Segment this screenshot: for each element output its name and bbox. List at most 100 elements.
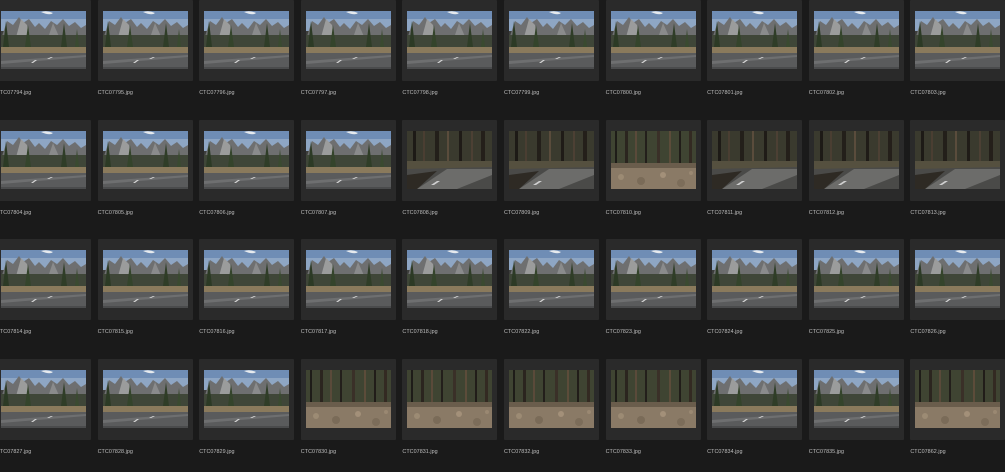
thumbnail-item[interactable]: CTC07801.jpg xyxy=(707,0,803,113)
thumbnail-item[interactable]: CTC07803.jpg xyxy=(910,0,1005,113)
thumbnail-item[interactable]: CTC07809.jpg xyxy=(503,119,599,233)
photo-thumbnail xyxy=(204,369,290,428)
photo-thumbnail xyxy=(305,130,391,189)
thumbnail-frame[interactable] xyxy=(97,119,193,201)
thumbnail-item[interactable]: CTC07812.jpg xyxy=(808,119,904,233)
thumbnail-frame[interactable] xyxy=(0,358,91,440)
photo-thumbnail xyxy=(204,250,290,308)
thumbnail-frame[interactable] xyxy=(707,119,803,201)
thumbnail-frame[interactable] xyxy=(707,0,803,81)
thumbnail-filename: CTC07862.jpg xyxy=(910,448,946,455)
thumbnail-frame[interactable] xyxy=(199,0,295,81)
thumbnail-item[interactable]: CTC07827.jpg xyxy=(0,358,91,472)
thumbnail-frame[interactable] xyxy=(97,239,193,320)
thumbnail-filename: CTC07827.jpg xyxy=(0,448,32,455)
thumbnail-item[interactable]: CTC07813.jpg xyxy=(910,119,1005,233)
thumbnail-item[interactable]: CTC07862.jpg xyxy=(910,358,1005,472)
thumbnail-item[interactable]: CTC07806.jpg xyxy=(199,119,295,233)
thumbnail-item[interactable]: CTC07825.jpg xyxy=(808,239,904,352)
thumbnail-filename: CTC07796.jpg xyxy=(199,90,235,96)
thumbnail-frame[interactable] xyxy=(910,119,1005,201)
thumbnail-item[interactable]: CTC07796.jpg xyxy=(199,0,295,113)
thumbnail-item[interactable]: CTC07798.jpg xyxy=(402,0,498,113)
thumbnail-item[interactable]: CTC07795.jpg xyxy=(97,0,193,113)
photo-thumbnail xyxy=(813,369,899,428)
thumbnail-item[interactable]: CTC07830.jpg xyxy=(300,358,396,472)
thumbnail-filename: CTC07824.jpg xyxy=(707,329,743,335)
thumbnail-item[interactable]: CTC07814.jpg xyxy=(0,239,91,352)
thumbnail-item[interactable]: CTC07808.jpg xyxy=(402,119,498,233)
thumbnail-item[interactable]: CTC07797.jpg xyxy=(300,0,396,113)
thumbnail-frame[interactable] xyxy=(97,0,193,81)
thumbnail-item[interactable]: CTC07818.jpg xyxy=(402,239,498,352)
thumbnail-item[interactable]: CTC07834.jpg xyxy=(707,358,803,472)
thumbnail-item[interactable]: CTC07828.jpg xyxy=(97,358,193,472)
thumbnail-frame[interactable] xyxy=(808,0,904,81)
thumbnail-item[interactable]: CTC07804.jpg xyxy=(0,119,91,233)
thumbnail-item[interactable]: CTC07835.jpg xyxy=(808,358,904,472)
thumbnail-item[interactable]: CTC07799.jpg xyxy=(503,0,599,113)
thumbnail-frame[interactable] xyxy=(402,239,498,320)
thumbnail-frame[interactable] xyxy=(300,358,396,440)
thumbnail-item[interactable]: CTC07826.jpg xyxy=(910,239,1005,352)
thumbnail-frame[interactable] xyxy=(0,0,91,81)
thumbnail-frame[interactable] xyxy=(808,358,904,440)
thumbnail-frame[interactable] xyxy=(707,358,803,440)
thumbnail-frame[interactable] xyxy=(707,239,803,320)
thumbnail-filename: CTC07818.jpg xyxy=(402,329,438,335)
thumbnail-item[interactable]: CTC07822.jpg xyxy=(503,239,599,352)
thumbnail-frame[interactable] xyxy=(199,358,295,440)
thumbnail-item[interactable]: CTC07824.jpg xyxy=(707,239,803,352)
thumbnail-frame[interactable] xyxy=(199,239,295,320)
thumbnail-item[interactable]: CTC07794.jpg xyxy=(0,0,91,113)
photo-thumbnail xyxy=(407,250,493,308)
photo-thumbnail xyxy=(1,250,86,308)
thumbnail-item[interactable]: CTC07829.jpg xyxy=(199,358,295,472)
thumbnail-item[interactable]: CTC07802.jpg xyxy=(808,0,904,113)
thumbnail-frame[interactable] xyxy=(97,358,193,440)
thumbnail-frame[interactable] xyxy=(605,0,701,81)
thumbnail-frame[interactable] xyxy=(808,119,904,201)
photo-thumbnail xyxy=(508,369,594,428)
thumbnail-item[interactable]: CTC07817.jpg xyxy=(300,239,396,352)
photo-thumbnail xyxy=(712,11,798,69)
thumbnail-filename: CTC07831.jpg xyxy=(402,448,438,455)
thumbnail-item[interactable]: CTC07833.jpg xyxy=(605,358,701,472)
thumbnail-item[interactable]: CTC07816.jpg xyxy=(199,239,295,352)
thumbnail-frame[interactable] xyxy=(402,119,498,201)
thumbnail-frame[interactable] xyxy=(503,119,599,201)
thumbnail-item[interactable]: CTC07831.jpg xyxy=(402,358,498,472)
thumbnail-frame[interactable] xyxy=(605,239,701,320)
thumbnail-frame[interactable] xyxy=(402,358,498,440)
thumbnail-filename: CTC07800.jpg xyxy=(605,90,641,96)
thumbnail-item[interactable]: CTC07815.jpg xyxy=(97,239,193,352)
thumbnail-frame[interactable] xyxy=(300,119,396,201)
thumbnail-item[interactable]: CTC07810.jpg xyxy=(605,119,701,233)
thumbnail-filename: CTC07805.jpg xyxy=(97,209,133,216)
thumbnail-frame[interactable] xyxy=(605,358,701,440)
thumbnail-frame[interactable] xyxy=(910,0,1005,81)
thumbnail-item[interactable]: CTC07811.jpg xyxy=(707,119,803,233)
thumbnail-frame[interactable] xyxy=(503,239,599,320)
thumbnail-item[interactable]: CTC07823.jpg xyxy=(605,239,701,352)
thumbnail-frame[interactable] xyxy=(402,0,498,81)
thumbnail-frame[interactable] xyxy=(199,119,295,201)
thumbnail-frame[interactable] xyxy=(808,239,904,320)
thumbnail-frame[interactable] xyxy=(910,358,1005,440)
thumbnail-frame[interactable] xyxy=(0,239,91,320)
thumbnail-item[interactable]: CTC07805.jpg xyxy=(97,119,193,233)
thumbnail-frame[interactable] xyxy=(300,239,396,320)
thumbnail-frame[interactable] xyxy=(300,0,396,81)
thumbnail-frame[interactable] xyxy=(0,119,91,201)
thumbnail-frame[interactable] xyxy=(605,119,701,201)
thumbnail-item[interactable]: CTC07832.jpg xyxy=(503,358,599,472)
thumbnail-item[interactable]: CTC07807.jpg xyxy=(300,119,396,233)
thumbnail-filename: CTC07811.jpg xyxy=(707,209,743,216)
thumbnail-item[interactable]: CTC07800.jpg xyxy=(605,0,701,113)
photo-thumbnail xyxy=(102,130,188,189)
thumbnail-frame[interactable] xyxy=(503,0,599,81)
thumbnail-frame[interactable] xyxy=(910,239,1005,320)
thumbnail-filename: CTC07806.jpg xyxy=(199,209,235,216)
thumbnail-filename: CTC07822.jpg xyxy=(503,329,540,335)
thumbnail-frame[interactable] xyxy=(503,358,599,440)
